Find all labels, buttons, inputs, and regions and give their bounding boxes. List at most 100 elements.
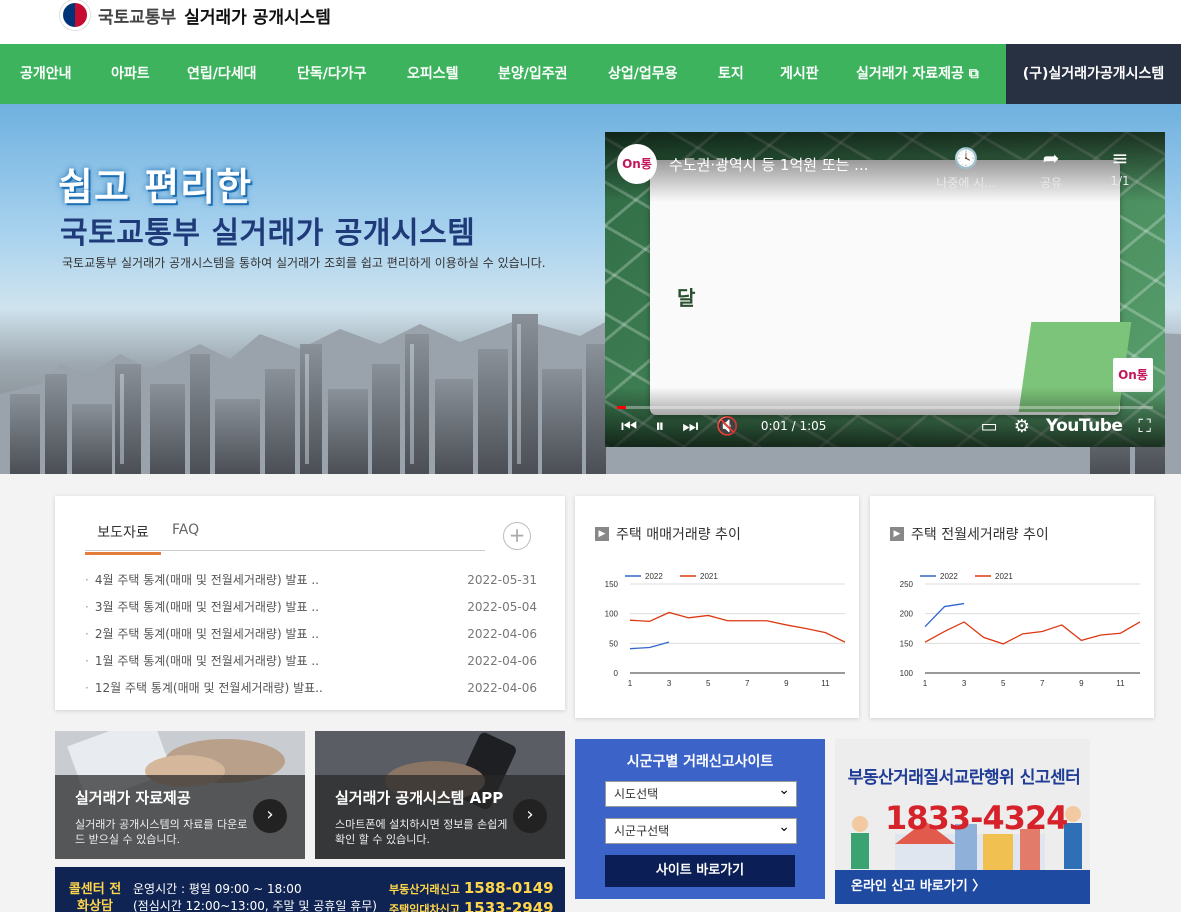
nav-item-guide[interactable]: 공개안내: [20, 44, 72, 104]
playlist-count: 1/1: [1110, 174, 1130, 188]
call-center-label: 콜센터 전화상담: [68, 882, 122, 912]
news-item-date: 2022-04-06: [467, 626, 537, 641]
nav-item-detached[interactable]: 단독/다가구: [297, 44, 367, 104]
x-tick-label: 7: [745, 679, 750, 688]
nav-old-system[interactable]: (구)실거래가공개시스템: [1006, 44, 1181, 104]
x-tick-label: 3: [962, 679, 967, 688]
phone-label: 주택임대차신고: [389, 903, 460, 912]
video-title[interactable]: 수도권·광역시 등 1억원 또는 ...: [669, 154, 869, 175]
watch-later-button[interactable]: 🕓 나중에 시...: [931, 146, 1001, 191]
news-item[interactable]: 12월 주택 통계(매매 및 전월세거래량) 발표.. 2022-04-06: [85, 674, 537, 701]
app-tile[interactable]: 실거래가 공개시스템 APP 스마트폰에 설치하시면 정보를 손쉽게 확인 할 …: [315, 731, 565, 859]
series-line-2022: [924, 602, 965, 628]
channel-logo[interactable]: On통: [617, 144, 657, 184]
pause-icon[interactable]: ⏸: [655, 416, 664, 437]
nav-item-officetel[interactable]: 오피스텔: [407, 44, 459, 104]
site-logo[interactable]: 국토교통부 실거래가 공개시스템: [60, 0, 331, 30]
news-list: 4월 주택 통계(매매 및 전월세거래량) 발표 .. 2022-05-31 3월…: [85, 566, 537, 701]
news-item-title[interactable]: 4월 주택 통계(매매 및 전월세거래량) 발표 ..: [85, 571, 319, 588]
rent-volume-chart-card: ▶ 주택 전월세거래량 추이 2022 2021 100 150 200 250 1 3 5 7 9…: [870, 496, 1154, 718]
sale-volume-chart-card: ▶ 주택 매매거래량 추이 2022 2021 0 50 100 150 1 3 5 7 9 11: [575, 496, 859, 718]
online-report-link[interactable]: 온라인 신고 바로가기 〉: [835, 870, 1090, 904]
legend-label: 2022: [645, 572, 663, 581]
tile-description: 실거래가 공개시스템의 자료를 다운로드 받으실 수 있습니다.: [75, 818, 248, 846]
news-item[interactable]: 4월 주택 통계(매매 및 전월세거래량) 발표 .. 2022-05-31: [85, 566, 537, 593]
nav-item-land[interactable]: 토지: [718, 44, 744, 104]
logo-org-name: 국토교통부: [98, 7, 177, 28]
sale-chart-title-text: 주택 매매거래량 추이: [616, 527, 741, 543]
news-tabs: 보도자료 FAQ: [85, 518, 485, 555]
hero-headline: 쉽고 편리한: [58, 165, 253, 209]
go-site-button[interactable]: 사이트 바로가기: [605, 855, 795, 887]
legend-label: 2021: [700, 572, 718, 581]
news-item-title[interactable]: 1월 주택 통계(매매 및 전월세거래량) 발표 ..: [85, 652, 319, 669]
chevron-right-icon: ▶: [595, 527, 609, 541]
share-label: 공유: [1039, 176, 1063, 190]
nav-item-commercial[interactable]: 상업/업무용: [608, 44, 678, 104]
mute-icon[interactable]: 🔇: [716, 416, 738, 437]
banner-title: 부동산거래질서교란행위 신고센터: [847, 768, 1081, 788]
previous-icon[interactable]: ⏮: [621, 416, 637, 437]
tab-faq[interactable]: FAQ: [172, 522, 199, 538]
phone-label: 부동산거래신고: [389, 883, 460, 896]
news-item-title[interactable]: 12월 주택 통계(매매 및 전월세거래량) 발표..: [85, 679, 323, 696]
news-item[interactable]: 2월 주택 통계(매매 및 전월세거래량) 발표 .. 2022-04-06: [85, 620, 537, 647]
news-item-date: 2022-04-06: [467, 680, 537, 695]
nav-item-data-provision[interactable]: 실거래가 자료제공 ⧉: [856, 44, 979, 104]
subtitles-icon[interactable]: ▭: [981, 416, 998, 437]
tile-description: 스마트폰에 설치하시면 정보를 손쉽게 확인 할 수 있습니다.: [335, 818, 508, 846]
y-tick-label: 100: [900, 669, 914, 678]
tab-press-release[interactable]: 보도자료: [85, 522, 161, 555]
call-center-hours: 운영시간 : 평일 09:00 ~ 18:00 (점심시간 12:00~13:0…: [133, 881, 377, 912]
nav-item-presale[interactable]: 분양/입주권: [498, 44, 568, 104]
playlist-icon: ≡: [1111, 146, 1129, 170]
y-tick-label: 150: [900, 639, 914, 648]
fullscreen-icon[interactable]: ⛶: [1138, 416, 1151, 437]
settings-gear-icon[interactable]: ⚙: [1014, 416, 1030, 437]
arrow-right-icon[interactable]: ›: [513, 799, 547, 833]
sale-volume-chart: 2022 2021 0 50 100 150 1 3 5 7 9 11: [605, 572, 846, 688]
news-item[interactable]: 3월 주택 통계(매매 및 전월세거래량) 발표 .. 2022-05-04: [85, 593, 537, 620]
news-item-title[interactable]: 3월 주택 통계(매매 및 전월세거래량) 발표 ..: [85, 598, 319, 615]
youtube-logo[interactable]: YouTube: [1046, 416, 1123, 436]
phone-number: 1533-2949: [463, 899, 554, 912]
sido-select[interactable]: 시도선택: [605, 778, 797, 807]
rent-chart-title-text: 주택 전월세거래량 추이: [911, 527, 1049, 543]
rent-chart-title[interactable]: ▶ 주택 전월세거래량 추이: [890, 524, 1049, 544]
disorder-report-banner[interactable]: 부동산거래질서교란행위 신고센터 1833-4324 온라인 신고 바로가기 〉: [835, 739, 1090, 904]
share-button[interactable]: ➦ 공유: [1016, 146, 1086, 191]
local-report-site-panel: 시군구별 거래신고사이트 시도선택 시군구선택 사이트 바로가기: [575, 739, 825, 899]
legend-label: 2021: [995, 572, 1013, 581]
y-tick-label: 150: [605, 580, 619, 589]
phone-lease-report: 주택임대차신고 1533-2949: [389, 899, 554, 912]
x-tick-label: 5: [1001, 679, 1006, 688]
data-provision-tile[interactable]: 실거래가 자료제공 실거래가 공개시스템의 자료를 다운로드 받으실 수 있습니…: [55, 731, 305, 859]
youtube-video-player[interactable]: 달 On통 수도권·광역시 등 1억원 또는 ... 🕓 나중에 시... ➦ …: [605, 132, 1165, 447]
share-icon: ➦: [1042, 146, 1060, 170]
series-line-2021: [629, 611, 846, 643]
video-controls: ⏮ ⏸ ⏭ 🔇 0:01 / 1:05 ▭ ⚙ YouTube ⛶: [621, 413, 1151, 439]
nav-item-apartment[interactable]: 아파트: [111, 44, 150, 104]
more-plus-icon[interactable]: +: [503, 522, 531, 550]
video-progress-bar[interactable]: [617, 406, 1153, 409]
news-item[interactable]: 1월 주택 통계(매매 및 전월세거래량) 발표 .. 2022-04-06: [85, 647, 537, 674]
banner-phone: 1833-4324: [885, 799, 1068, 837]
tile-title: 실거래가 공개시스템 APP: [335, 789, 504, 807]
hero-description: 국토교통부 실거래가 공개시스템을 통하여 실거래가 조회를 쉽고 편리하게 이…: [62, 256, 546, 270]
video-time: 0:01 / 1:05: [760, 419, 827, 433]
watch-later-label: 나중에 시...: [936, 176, 996, 190]
next-icon[interactable]: ⏭: [682, 416, 698, 437]
news-item-title[interactable]: 2월 주택 통계(매매 및 전월세거래량) 발표 ..: [85, 625, 319, 642]
nav-item-multiplex[interactable]: 연립/다세대: [187, 44, 257, 104]
playlist-button[interactable]: ≡ 1/1: [1085, 146, 1155, 188]
phone-number: 1588-0149: [463, 879, 554, 897]
sale-chart-title[interactable]: ▶ 주택 매매거래량 추이: [595, 524, 741, 544]
legend-label: 2022: [940, 572, 958, 581]
nav-item-board[interactable]: 게시판: [780, 44, 819, 104]
news-item-date: 2022-05-04: [467, 599, 537, 614]
sigungu-select[interactable]: 시군구선택: [605, 815, 797, 844]
video-progress-fill: [617, 406, 626, 409]
call-center-banner: 콜센터 전화상담 운영시간 : 평일 09:00 ~ 18:00 (점심시간 1…: [55, 867, 565, 912]
arrow-right-icon[interactable]: ›: [253, 799, 287, 833]
x-tick-label: 9: [1079, 679, 1084, 688]
